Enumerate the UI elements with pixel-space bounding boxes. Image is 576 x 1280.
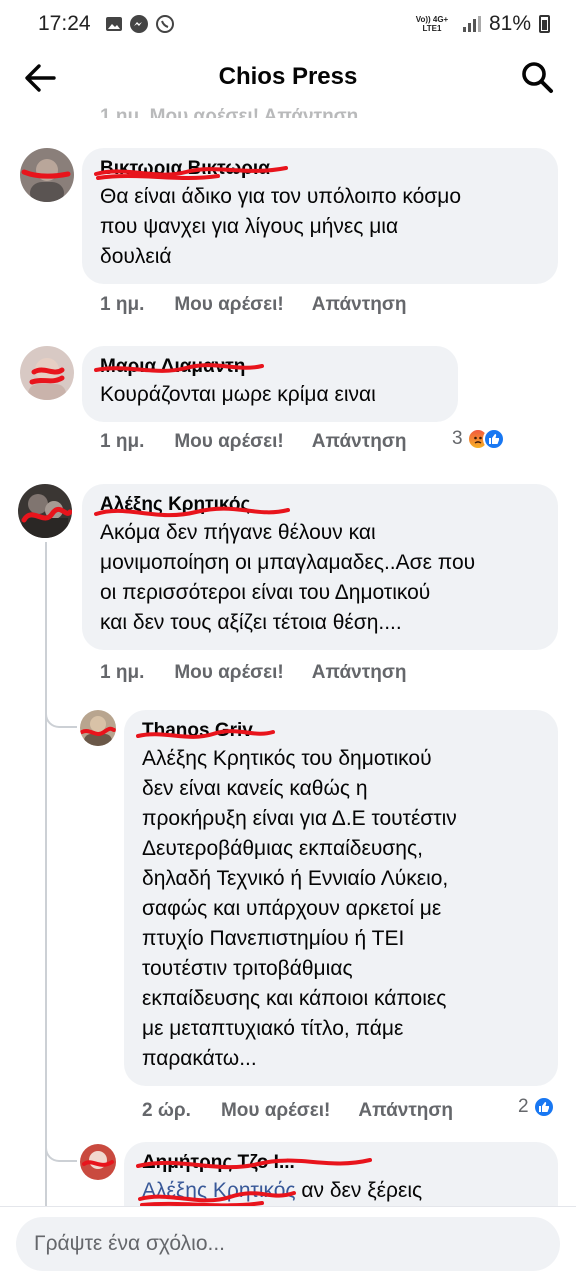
comment-text: Κουράζονται μωρε κρίμα ειναι	[100, 383, 376, 406]
comment-bubble[interactable]: Αλέξης Κρητικός Ακόμα δεν πήγανε θέλουν …	[82, 484, 558, 650]
signal-icon	[462, 16, 481, 32]
avatar-image	[80, 710, 116, 746]
avatar[interactable]	[20, 346, 74, 400]
avatar[interactable]	[80, 1144, 116, 1180]
comment-author[interactable]: Δημήτρης Τζο Ι...	[136, 1152, 372, 1174]
comment-actions: 1 ημ. Μου αρέσει! Απάντηση	[100, 294, 406, 316]
comment-input[interactable]: Γράψτε ένα σχόλιο...	[16, 1217, 560, 1271]
redaction-scribble	[138, 1191, 296, 1206]
reply-connector	[45, 1140, 77, 1162]
network-indicator: Vo)) 4G+ LTE1	[415, 15, 449, 33]
like-button[interactable]: Μου αρέσει!	[221, 1100, 330, 1122]
avatar-image	[20, 346, 74, 400]
status-time: 17:24	[38, 12, 91, 35]
reply-button[interactable]: Απάντηση	[312, 294, 407, 316]
like-reaction-icon	[532, 1096, 555, 1118]
comment-age[interactable]: 1 ημ.	[100, 294, 144, 316]
comment-author[interactable]: Αλέξης Κρητικός	[94, 494, 290, 518]
like-button[interactable]: Μου αρέσει!	[174, 662, 283, 684]
reply-bubble[interactable]: Thanos Griv Αλέξης Κρητικός του δημοτικο…	[124, 710, 558, 1086]
messenger-icon	[129, 15, 148, 33]
like-reaction-icon	[482, 428, 505, 450]
reaction-summary[interactable]: 3	[452, 428, 505, 450]
comments-feed[interactable]: 1 ημ. Μου αρέσει! Απάντηση Βικτωρια Βικτ…	[0, 106, 576, 1206]
reaction-count: 3	[452, 428, 463, 449]
notification-icons	[105, 14, 175, 34]
avatar[interactable]	[80, 710, 116, 746]
reaction-summary[interactable]: 2	[518, 1096, 555, 1118]
battery-percent: 81%	[488, 12, 531, 35]
comment-actions: 1 ημ. Μου αρέσει! Απάντηση	[100, 662, 406, 684]
app-header: Chios Press	[0, 48, 576, 106]
comment-author[interactable]: Μαρια Διαμαντη	[94, 356, 264, 378]
reply-connector	[45, 706, 77, 728]
avatar-image	[18, 484, 72, 538]
reaction-count: 2	[518, 1096, 529, 1117]
mention-link[interactable]: Αλέξης Κρητικός	[138, 1179, 301, 1206]
avatar-image	[80, 1144, 116, 1180]
status-bar: 17:24 Vo)) 4G+ LTE1 81%	[0, 0, 576, 48]
reply-button[interactable]: Απάντηση	[312, 662, 407, 684]
comment-age[interactable]: 1 ημ.	[100, 431, 144, 453]
comment-text: Αλέξης Κρητικός του δημοτικού δεν είναι …	[142, 747, 457, 1070]
reply-button[interactable]: Απάντηση	[358, 1100, 453, 1122]
reply-bubble[interactable]: Δημήτρης Τζο Ι... Αλέξης Κρητικός αν δεν…	[124, 1142, 558, 1206]
avatar[interactable]	[20, 148, 74, 202]
like-button[interactable]: Μου αρέσει!	[174, 294, 283, 316]
comment-author[interactable]: Thanos Griv	[136, 720, 275, 742]
comment-actions: 2 ώρ. Μου αρέσει! Απάντηση	[142, 1100, 453, 1122]
comment-bubble[interactable]: Βικτωρια Βικτωρια Θα είναι άδικο για τον…	[82, 148, 558, 284]
comment-text: Θα είναι άδικο για τον υπόλοιπο κόσμο πο…	[100, 185, 462, 268]
viber-icon	[155, 15, 174, 33]
avatar-image	[20, 148, 74, 202]
page-title: Chios Press	[218, 63, 358, 90]
comment-author[interactable]: Βικτωρια Βικτωρια	[94, 158, 288, 180]
comment-actions: 1 ημ. Μου αρέσει! Απάντηση	[100, 431, 406, 453]
battery-icon	[539, 15, 550, 33]
comment-age[interactable]: 2 ώρ.	[142, 1100, 191, 1122]
avatar[interactable]	[18, 484, 72, 538]
reply-button[interactable]: Απάντηση	[312, 431, 407, 453]
thread-line	[45, 542, 47, 1206]
like-button[interactable]: Μου αρέσει!	[174, 431, 283, 453]
comment-age[interactable]: 1 ημ.	[100, 662, 144, 684]
comment-text: Αλέξης Κρητικός αν δεν ξέρεις	[138, 1176, 540, 1206]
gallery-icon	[105, 17, 122, 31]
comment-bubble[interactable]: Μαρια Διαμαντη Κουράζονται μωρε κρίμα ει…	[82, 346, 458, 422]
system-icons: Vo)) 4G+ LTE1 81%	[409, 12, 550, 36]
back-arrow-icon[interactable]	[22, 60, 58, 96]
comment-text: Ακόμα δεν πήγανε θέλουν και μονιμοποίηση…	[100, 521, 476, 634]
previous-comment-actions: 1 ημ. Μου αρέσει! Απάντηση	[100, 106, 359, 118]
comment-composer: Γράψτε ένα σχόλιο...	[0, 1206, 576, 1280]
search-icon[interactable]	[520, 60, 554, 94]
